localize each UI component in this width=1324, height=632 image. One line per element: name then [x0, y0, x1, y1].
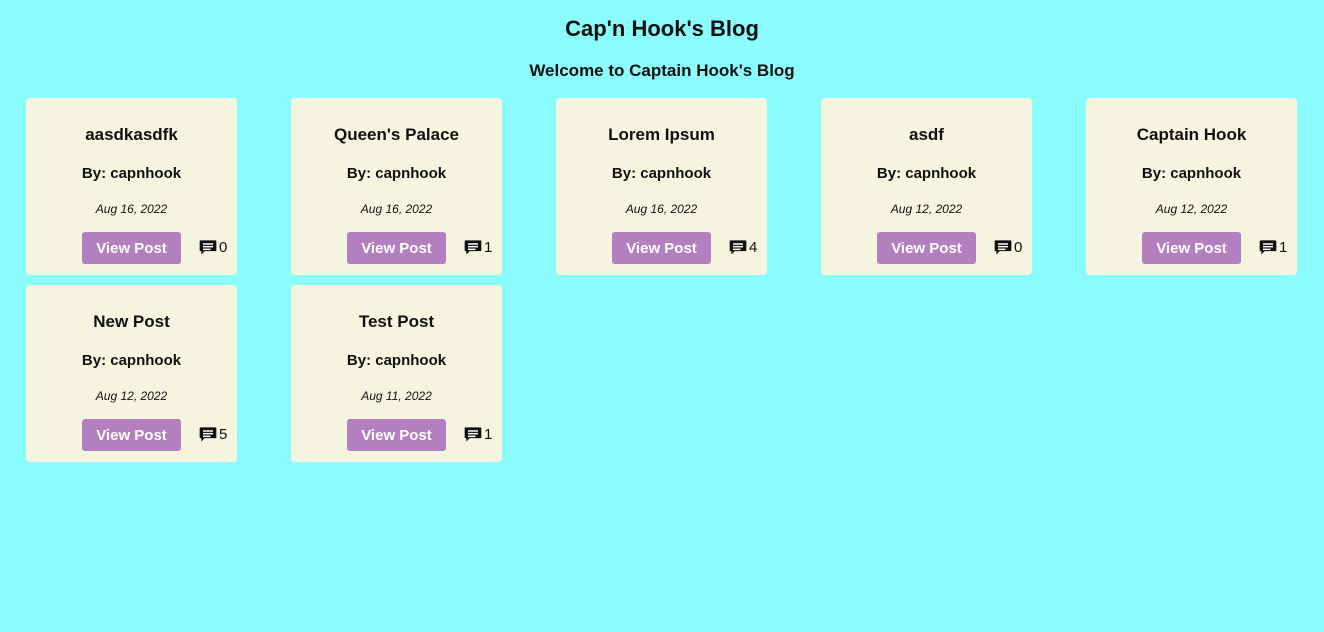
post-date: Aug 12, 2022: [1155, 202, 1228, 216]
view-post-button[interactable]: View Post: [82, 232, 181, 264]
post-card: New Post By: capnhook Aug 12, 2022 View …: [26, 285, 237, 462]
post-author: By: capnhook: [1141, 165, 1242, 182]
comment-icon: [1258, 237, 1278, 257]
comment-count-value: 1: [484, 425, 493, 443]
post-date: Aug 12, 2022: [95, 389, 168, 403]
welcome-heading: Welcome to Captain Hook's Blog: [529, 61, 795, 80]
post-title: Lorem Ipsum: [608, 125, 715, 144]
comment-count-value: 0: [1014, 238, 1023, 256]
comment-icon: [463, 237, 483, 257]
view-post-button[interactable]: View Post: [347, 232, 446, 264]
post-card: aasdkasdfk By: capnhook Aug 16, 2022 Vie…: [26, 98, 237, 275]
post-author: By: capnhook: [81, 165, 182, 182]
comment-count: 0: [993, 237, 1022, 257]
comment-count: 0: [198, 237, 227, 257]
post-date: Aug 12, 2022: [890, 202, 963, 216]
post-author: By: capnhook: [876, 165, 977, 182]
comment-count: 1: [463, 424, 492, 444]
view-post-button[interactable]: View Post: [612, 232, 711, 264]
post-date: Aug 11, 2022: [361, 389, 432, 403]
view-post-button[interactable]: View Post: [1142, 232, 1241, 264]
post-card: Lorem Ipsum By: capnhook Aug 16, 2022 Vi…: [556, 98, 767, 275]
post-author: By: capnhook: [81, 352, 182, 369]
view-post-button[interactable]: View Post: [82, 419, 181, 451]
comment-icon: [728, 237, 748, 257]
post-title: asdf: [909, 125, 944, 144]
post-date: Aug 16, 2022: [95, 202, 168, 216]
view-post-button[interactable]: View Post: [347, 419, 446, 451]
post-card: Queen's Palace By: capnhook Aug 16, 2022…: [291, 98, 502, 275]
comment-count: 4: [728, 237, 757, 257]
comment-count-value: 1: [1279, 238, 1288, 256]
post-card: Captain Hook By: capnhook Aug 12, 2022 V…: [1086, 98, 1297, 275]
post-title: Captain Hook: [1136, 125, 1247, 144]
post-title: aasdkasdfk: [85, 125, 178, 144]
comment-count-value: 4: [749, 238, 758, 256]
comment-count-value: 0: [219, 238, 228, 256]
post-title: New Post: [93, 312, 170, 331]
comment-count-value: 5: [219, 425, 228, 443]
post-date: Aug 16, 2022: [360, 202, 433, 216]
post-card: asdf By: capnhook Aug 12, 2022 View Post…: [821, 98, 1032, 275]
comment-count-value: 1: [484, 238, 493, 256]
post-title: Test Post: [358, 312, 435, 331]
comment-count: 1: [463, 237, 492, 257]
site-title: Cap'n Hook's Blog: [565, 16, 759, 41]
post-title: Queen's Palace: [333, 125, 459, 144]
comment-count: 1: [1258, 237, 1287, 257]
comment-icon: [463, 424, 483, 444]
post-grid: aasdkasdfk By: capnhook Aug 16, 2022 Vie…: [26, 98, 1297, 462]
post-card: Test Post By: capnhook Aug 11, 2022 View…: [291, 285, 502, 462]
comment-count: 5: [198, 424, 227, 444]
view-post-button[interactable]: View Post: [877, 232, 976, 264]
comment-icon: [198, 424, 218, 444]
comment-icon: [198, 237, 218, 257]
comment-icon: [993, 237, 1013, 257]
post-author: By: capnhook: [346, 352, 447, 369]
post-author: By: capnhook: [611, 165, 712, 182]
post-date: Aug 16, 2022: [625, 202, 698, 216]
post-author: By: capnhook: [346, 165, 447, 182]
